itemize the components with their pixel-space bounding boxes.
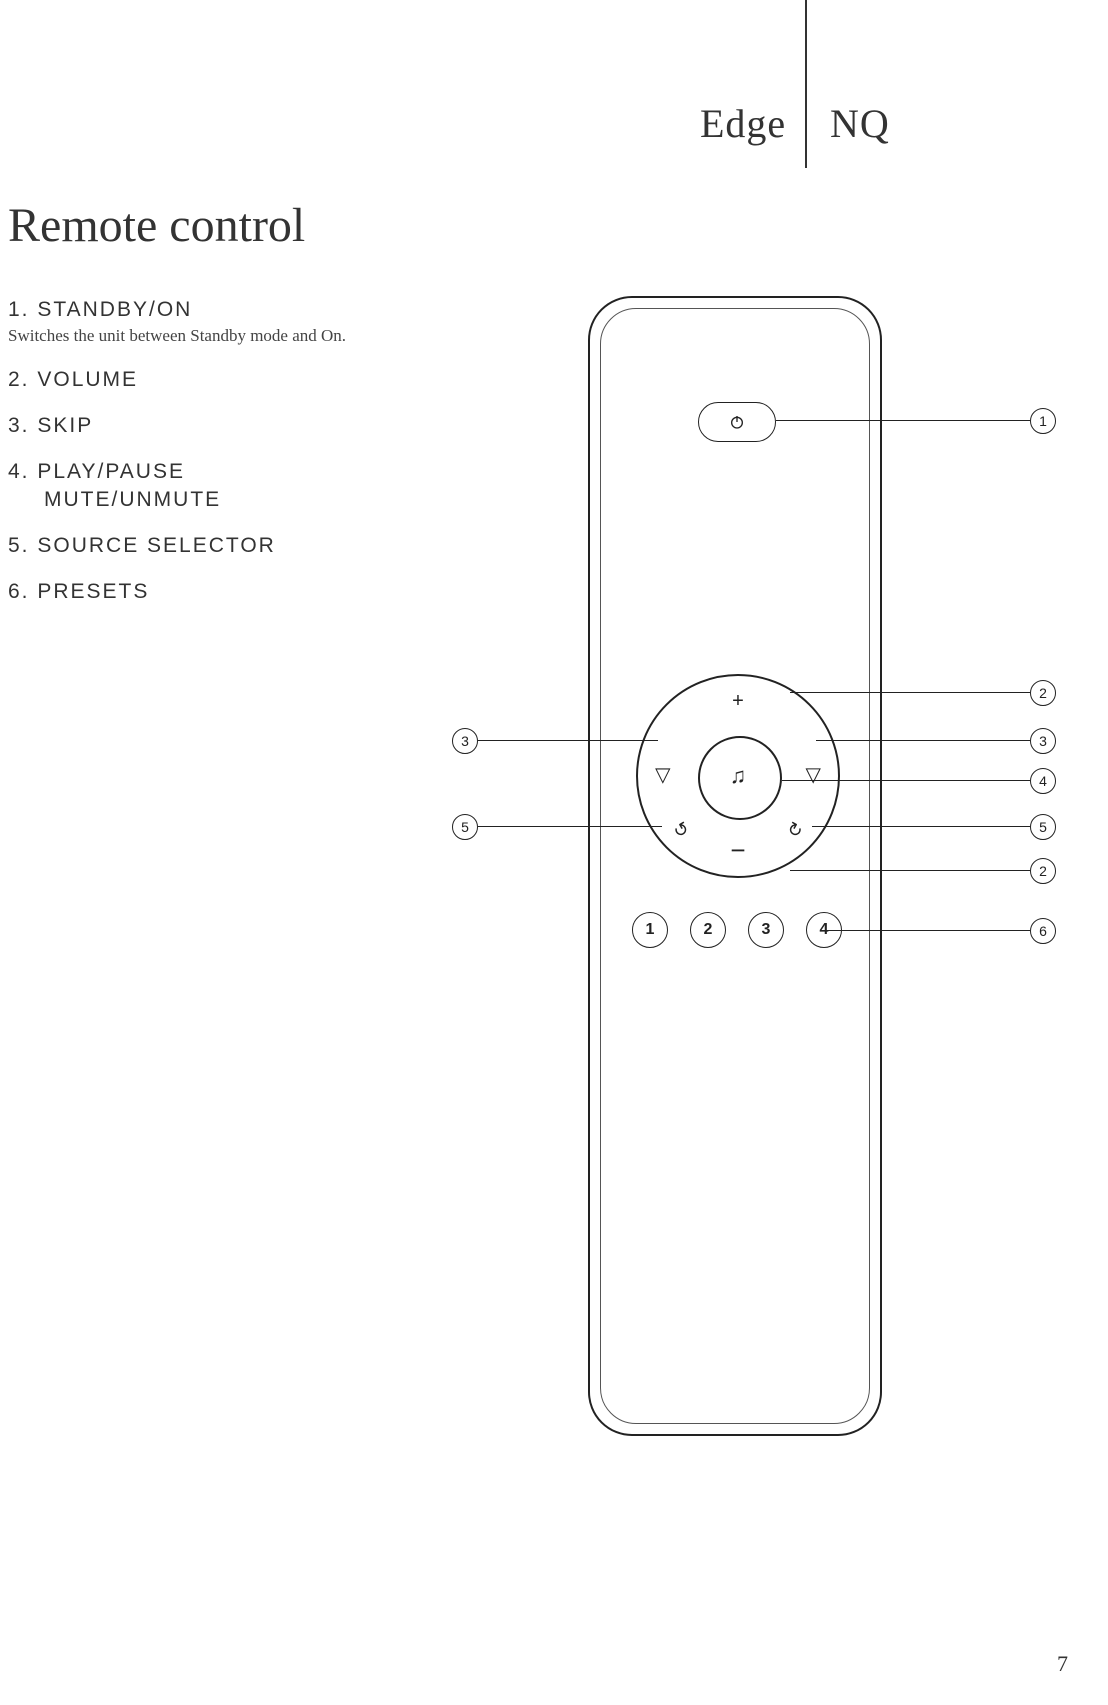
callout-line bbox=[816, 740, 1030, 741]
skip-forward-icon: ▷ bbox=[802, 768, 827, 783]
feature-item-5: 5. SOURCE SELECTOR bbox=[8, 534, 438, 558]
feature-number: 3. bbox=[8, 414, 30, 437]
callout-number: 5 bbox=[452, 814, 478, 840]
remote-outline: + − ◁ ▷ ♫ ↺ ↻ 1 2 3 4 bbox=[588, 296, 882, 1436]
skip-back-icon: ◁ bbox=[649, 768, 674, 783]
feature-name: STANDBY/ON bbox=[37, 298, 192, 321]
header-product-line: Edge bbox=[700, 100, 786, 147]
callout-line bbox=[478, 740, 658, 741]
header-model: NQ bbox=[830, 100, 890, 147]
feature-list: 1. STANDBY/ON Switches the unit between … bbox=[8, 298, 438, 626]
callout-line bbox=[776, 420, 1030, 421]
preset-button-2: 2 bbox=[690, 912, 726, 948]
feature-number: 4. bbox=[8, 460, 30, 483]
callout-line bbox=[782, 780, 1030, 781]
preset-button-3: 3 bbox=[748, 912, 784, 948]
feature-item-2: 2. VOLUME bbox=[8, 368, 438, 392]
source-prev-icon: ↺ bbox=[670, 818, 694, 844]
callout-line bbox=[478, 826, 662, 827]
music-icon: ♫ bbox=[730, 763, 747, 789]
control-pad: + − ◁ ▷ ♫ ↺ ↻ bbox=[636, 674, 840, 878]
feature-number: 6. bbox=[8, 580, 30, 603]
feature-number: 2. bbox=[8, 368, 30, 391]
power-icon bbox=[729, 414, 745, 430]
feature-item-3: 3. SKIP bbox=[8, 414, 438, 438]
feature-item-6: 6. PRESETS bbox=[8, 580, 438, 604]
callout-line bbox=[824, 930, 1030, 931]
callout-number: 1 bbox=[1030, 408, 1056, 434]
callout-line bbox=[790, 870, 1030, 871]
callout-line bbox=[790, 692, 1030, 693]
feature-label: 1. STANDBY/ON bbox=[8, 298, 438, 322]
callout-number: 3 bbox=[1030, 728, 1056, 754]
volume-down-icon: − bbox=[730, 835, 745, 866]
source-next-icon: ↻ bbox=[783, 818, 807, 844]
callout-number: 4 bbox=[1030, 768, 1056, 794]
preset-row: 1 2 3 4 bbox=[632, 912, 842, 948]
volume-up-icon: + bbox=[732, 690, 744, 713]
callout-number: 2 bbox=[1030, 858, 1056, 884]
feature-name: PRESETS bbox=[37, 580, 149, 603]
feature-name: VOLUME bbox=[37, 368, 138, 391]
callout-number: 6 bbox=[1030, 918, 1056, 944]
page-title: Remote control bbox=[8, 198, 305, 253]
feature-desc: Switches the unit between Standby mode a… bbox=[8, 326, 438, 346]
feature-name: SKIP bbox=[37, 414, 93, 437]
feature-name: SOURCE SELECTOR bbox=[37, 534, 276, 557]
callout-line bbox=[812, 826, 1030, 827]
header-divider bbox=[805, 0, 807, 168]
preset-button-1: 1 bbox=[632, 912, 668, 948]
feature-number: 5. bbox=[8, 534, 30, 557]
feature-number: 1. bbox=[8, 298, 30, 321]
feature-item-4: 4. PLAY/PAUSE MUTE/UNMUTE bbox=[8, 460, 438, 512]
feature-sublabel: MUTE/UNMUTE bbox=[44, 488, 438, 512]
feature-name: PLAY/PAUSE bbox=[37, 460, 185, 483]
power-button bbox=[698, 402, 776, 442]
feature-item-1: 1. STANDBY/ON Switches the unit between … bbox=[8, 298, 438, 346]
page-number: 7 bbox=[1057, 1651, 1068, 1677]
callout-number: 3 bbox=[452, 728, 478, 754]
callout-number: 5 bbox=[1030, 814, 1056, 840]
callout-number: 2 bbox=[1030, 680, 1056, 706]
